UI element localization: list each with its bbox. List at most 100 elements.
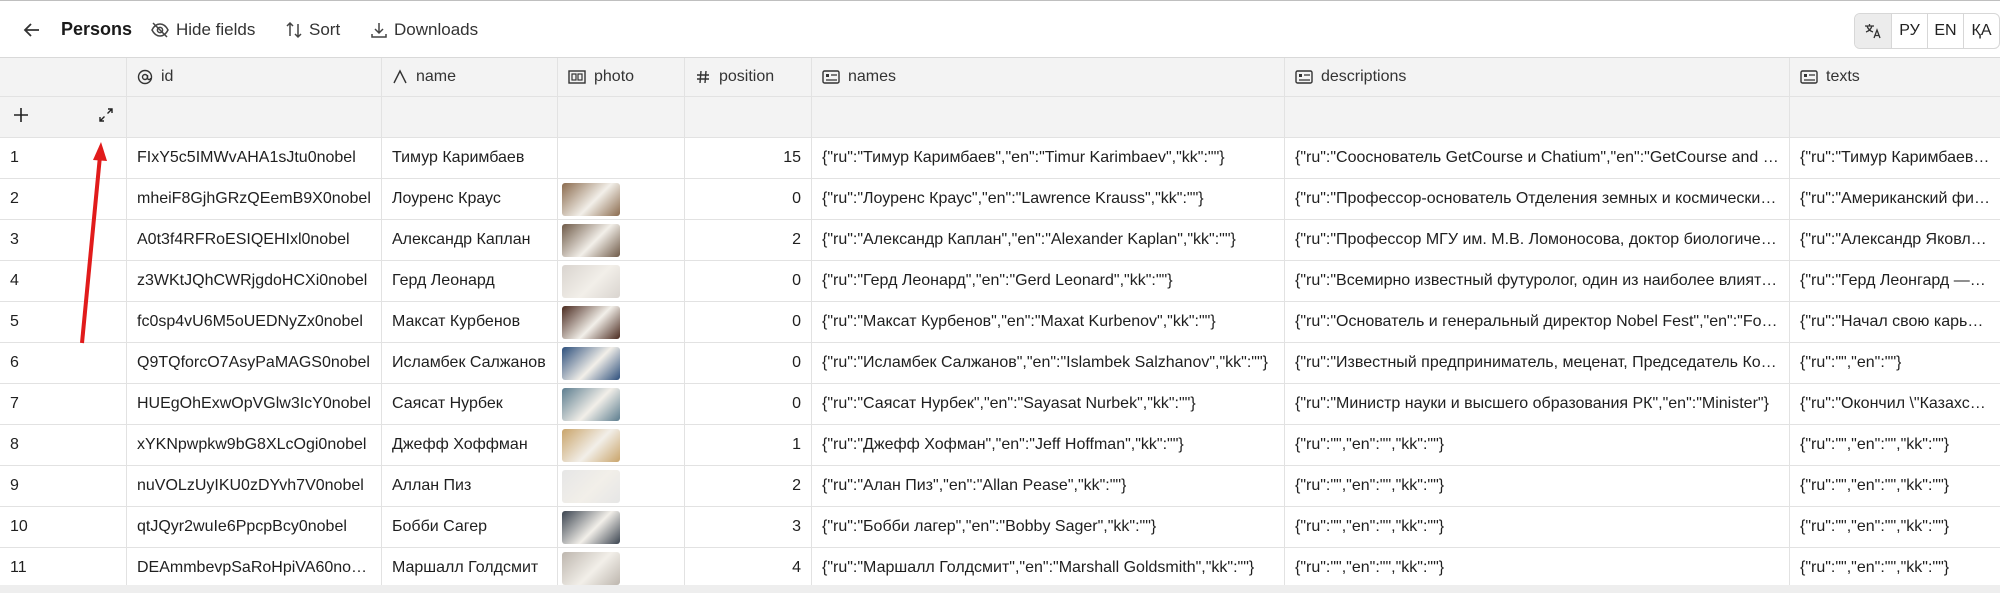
column-header-texts[interactable]: texts: [1790, 58, 2000, 96]
cell-photo[interactable]: [558, 343, 685, 383]
cell-descriptions[interactable]: {"ru":"Основатель и генеральный директор…: [1285, 302, 1790, 342]
cell-names[interactable]: {"ru":"Александр Каплан","en":"Alexander…: [812, 220, 1285, 260]
cell-names[interactable]: {"ru":"Саясат Нурбек","en":"Sayasat Nurb…: [812, 384, 1285, 424]
cell-id[interactable]: nuVOLzUyIKU0zDYvh7V0nobel: [127, 466, 382, 506]
cell-photo[interactable]: [558, 507, 685, 547]
cell-photo[interactable]: [558, 425, 685, 465]
cell-names[interactable]: {"ru":"Герд Леонард","en":"Gerd Leonard"…: [812, 261, 1285, 301]
table-row[interactable]: 6 Q9TQforcO7AsyPaMAGS0nobel Исламбек Салжа…: [0, 343, 2000, 384]
cell-row-number[interactable]: 11: [0, 548, 127, 588]
cell-names[interactable]: {"ru":"Исламбек Салжанов","en":"Islambek…: [812, 343, 1285, 383]
cell-row-number[interactable]: 10: [0, 507, 127, 547]
cell-id[interactable]: z3WKtJQhCWRjgdoHCXi0nobel: [127, 261, 382, 301]
cell-texts[interactable]: {"ru":"","en":"","kk":""}: [1790, 548, 2000, 588]
cell-name[interactable]: Исламбек Салжанов: [382, 343, 558, 383]
cell-photo[interactable]: [558, 302, 685, 342]
cell-names[interactable]: {"ru":"Бобби лагер","en":"Bobby Sager","…: [812, 507, 1285, 547]
cell-position[interactable]: 0: [685, 179, 812, 219]
cell-names[interactable]: {"ru":"Маршалл Голдсмит","en":"Marshall …: [812, 548, 1285, 588]
column-header-id[interactable]: id: [127, 58, 382, 96]
cell-id[interactable]: A0t3f4RFRoESIQEHIxl0nobel: [127, 220, 382, 260]
cell-photo[interactable]: [558, 179, 685, 219]
cell-descriptions[interactable]: {"ru":"Сооснователь GetCourse и Chatium"…: [1285, 138, 1790, 178]
cell-row-number[interactable]: 6: [0, 343, 127, 383]
cell-photo[interactable]: [558, 220, 685, 260]
cell-name[interactable]: Маршалл Голдсмит: [382, 548, 558, 588]
cell-id[interactable]: qtJQyr2wuIe6PpcpBcy0nobel: [127, 507, 382, 547]
lang-en-button[interactable]: EN: [1927, 14, 1963, 48]
photo-thumbnail[interactable]: [562, 346, 620, 380]
cell-position[interactable]: 2: [685, 466, 812, 506]
table-row[interactable]: 5 fc0sp4vU6M5oUEDNyZx0nobel Максат Курбено…: [0, 302, 2000, 343]
table-row[interactable]: 3 A0t3f4RFRoESIQEHIxl0nobel Александр Капл…: [0, 220, 2000, 261]
cell-photo[interactable]: [558, 138, 685, 178]
table-row[interactable]: 10 qtJQyr2wuIe6PpcpBcy0nobel Бобби Сагер 3 {…: [0, 507, 2000, 548]
cell-texts[interactable]: {"ru":"Александр Яковлевич Каплан"}: [1790, 220, 2000, 260]
cell-names[interactable]: {"ru":"Тимур Каримбаев","en":"Timur Kari…: [812, 138, 1285, 178]
table-row[interactable]: 4 z3WKtJQhCWRjgdoHCXi0nobel Герд Леонард 0 {…: [0, 261, 2000, 302]
add-row-button[interactable]: [12, 106, 30, 129]
cell-photo[interactable]: [558, 548, 685, 588]
cell-id[interactable]: mheiF8GjhGRzQEemB9X0nobel: [127, 179, 382, 219]
hide-fields-button[interactable]: Hide fields: [150, 1, 255, 58]
column-header-descriptions[interactable]: descriptions: [1285, 58, 1790, 96]
cell-row-number[interactable]: 3: [0, 220, 127, 260]
cell-photo[interactable]: [558, 261, 685, 301]
column-header-name[interactable]: name: [382, 58, 558, 96]
photo-thumbnail[interactable]: [562, 305, 620, 339]
cell-row-number[interactable]: 2: [0, 179, 127, 219]
cell-position[interactable]: 0: [685, 343, 812, 383]
cell-descriptions[interactable]: {"ru":"Профессор МГУ им. М.В. Ломоносова…: [1285, 220, 1790, 260]
cell-name[interactable]: Александр Каплан: [382, 220, 558, 260]
cell-name[interactable]: Герд Леонард: [382, 261, 558, 301]
column-header-photo[interactable]: photo: [558, 58, 685, 96]
cell-photo[interactable]: [558, 466, 685, 506]
cell-name[interactable]: Саясат Нурбек: [382, 384, 558, 424]
cell-names[interactable]: {"ru":"Лоуренс Краус","en":"Lawrence Kra…: [812, 179, 1285, 219]
cell-position[interactable]: 0: [685, 302, 812, 342]
photo-thumbnail[interactable]: [562, 428, 620, 462]
cell-position[interactable]: 0: [685, 261, 812, 301]
table-row[interactable]: 7 HUEgOhExwOpVGlw3IcY0nobel Саясат Нурбек 0…: [0, 384, 2000, 425]
cell-texts[interactable]: {"ru":"Тимур Каримбаев является сооснова…: [1790, 138, 2000, 178]
photo-thumbnail[interactable]: [562, 510, 620, 544]
expand-button[interactable]: [98, 107, 114, 128]
cell-id[interactable]: FIxY5c5IMWvAHA1sJtu0nobel: [127, 138, 382, 178]
cell-descriptions[interactable]: {"ru":"","en":"","kk":""}: [1285, 466, 1790, 506]
cell-id[interactable]: HUEgOhExwOpVGlw3IcY0nobel: [127, 384, 382, 424]
cell-name[interactable]: Тимур Каримбаев: [382, 138, 558, 178]
cell-descriptions[interactable]: {"ru":"Известный предприниматель, мецена…: [1285, 343, 1790, 383]
cell-names[interactable]: {"ru":"Алан Пиз","en":"Allan Pease","kk"…: [812, 466, 1285, 506]
cell-descriptions[interactable]: {"ru":"","en":"","kk":""}: [1285, 425, 1790, 465]
cell-texts[interactable]: {"ru":"Герд Леонгард — широко известный"…: [1790, 261, 2000, 301]
photo-thumbnail[interactable]: [562, 223, 620, 257]
cell-descriptions[interactable]: {"ru":"Профессор-основатель Отделения зе…: [1285, 179, 1790, 219]
table-row[interactable]: 8 xYKNpwpkw9bG8XLcOgi0nobel Джефф Хоффман 1…: [0, 425, 2000, 466]
table-row[interactable]: 2 mheiF8GjhGRzQEemB9X0nobel Лоуренс Краус 0…: [0, 179, 2000, 220]
cell-name[interactable]: Бобби Сагер: [382, 507, 558, 547]
cell-position[interactable]: 15: [685, 138, 812, 178]
cell-texts[interactable]: {"ru":"","en":"","kk":""}: [1790, 507, 2000, 547]
photo-thumbnail[interactable]: [562, 387, 620, 421]
photo-thumbnail[interactable]: [562, 551, 620, 585]
cell-texts[interactable]: {"ru":"","en":""}: [1790, 343, 2000, 383]
cell-names[interactable]: {"ru":"Джефф Хофман","en":"Jeff Hoffman"…: [812, 425, 1285, 465]
cell-descriptions[interactable]: {"ru":"","en":"","kk":""}: [1285, 507, 1790, 547]
cell-id[interactable]: xYKNpwpkw9bG8XLcOgi0nobel: [127, 425, 382, 465]
cell-position[interactable]: 3: [685, 507, 812, 547]
lang-kk-button[interactable]: ҚА: [1963, 14, 1999, 48]
column-header-names[interactable]: names: [812, 58, 1285, 96]
translate-button[interactable]: [1855, 14, 1891, 48]
cell-names[interactable]: {"ru":"Максат Курбенов","en":"Maxat Kurb…: [812, 302, 1285, 342]
cell-descriptions[interactable]: {"ru":"","en":"","kk":""}: [1285, 548, 1790, 588]
photo-thumbnail[interactable]: [562, 264, 620, 298]
cell-id[interactable]: Q9TQforcO7AsyPaMAGS0nobel: [127, 343, 382, 383]
cell-row-number[interactable]: 4: [0, 261, 127, 301]
downloads-button[interactable]: Downloads: [370, 1, 478, 58]
cell-descriptions[interactable]: {"ru":"Министр науки и высшего образован…: [1285, 384, 1790, 424]
cell-row-number[interactable]: 9: [0, 466, 127, 506]
column-header-position[interactable]: position: [685, 58, 812, 96]
lang-ru-button[interactable]: РУ: [1891, 14, 1927, 48]
cell-photo[interactable]: [558, 384, 685, 424]
cell-name[interactable]: Лоуренс Краус: [382, 179, 558, 219]
